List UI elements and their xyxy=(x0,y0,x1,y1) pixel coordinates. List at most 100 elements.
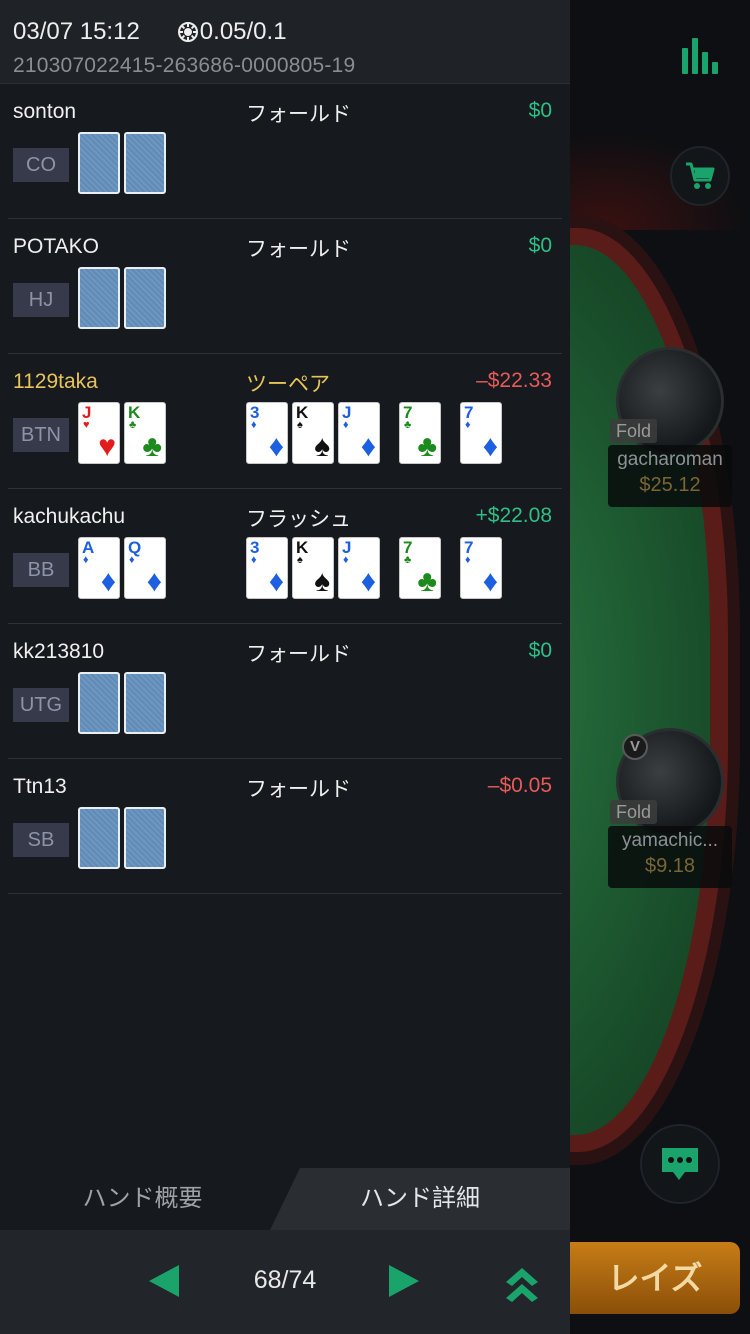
card-suit-icon: ♣ xyxy=(404,419,412,431)
player-action: フォールド xyxy=(246,238,351,261)
player-result: $0 xyxy=(528,99,552,122)
playing-card: J ♥ ♥ xyxy=(78,402,120,464)
card-back xyxy=(124,672,166,734)
player-result: $0 xyxy=(528,639,552,662)
tab-hand-summary[interactable]: ハンド概要 xyxy=(0,1168,285,1230)
shop-button[interactable] xyxy=(670,146,730,206)
seat-stack: $25.12 xyxy=(639,474,701,496)
card-suit-icon: ♦ xyxy=(146,565,162,598)
player-action: フォールド xyxy=(246,643,351,666)
card-suit-icon: ♦ xyxy=(268,565,284,598)
tab-bar: ハンド概要 ハンド詳細 xyxy=(0,1168,570,1230)
card-suit-icon: ♦ xyxy=(343,554,349,566)
card-suit-icon: ♦ xyxy=(482,565,498,598)
card-suit-icon: ♦ xyxy=(83,554,89,566)
card-back xyxy=(78,267,120,329)
card-back xyxy=(78,807,120,869)
stakes: 0.05/0.1 xyxy=(199,18,287,45)
card-suit-icon: ♣ xyxy=(142,430,162,463)
card-suit-icon: ♥ xyxy=(98,430,116,463)
player-name: kk213810 xyxy=(13,640,105,663)
position-badge: HJ xyxy=(13,283,69,317)
card-suit-icon: ♦ xyxy=(251,554,257,566)
player-row: Ttn13 フォールド –$0.05 SB xyxy=(8,759,562,894)
hand-history-panel: 03/07 15:12 0.05/0.1 210307022415-263686… xyxy=(0,0,570,1334)
card-suit-icon: ♠ xyxy=(314,430,330,463)
card-suit-icon: ♦ xyxy=(251,419,257,431)
card-back xyxy=(78,132,120,194)
cart-icon xyxy=(686,162,715,189)
seat-info: gacharoman $25.12 xyxy=(608,445,732,507)
player-action: フォールド xyxy=(246,778,351,801)
player-action: フラッシュ xyxy=(246,508,351,531)
player-result: $0 xyxy=(528,234,552,257)
player-name: kachukachu xyxy=(13,505,126,528)
card-suit-icon: ♦ xyxy=(482,430,498,463)
playing-card: K ♠ ♠ xyxy=(292,402,334,464)
seat-stack: $9.18 xyxy=(644,855,696,877)
pagination-bar: 68/74 xyxy=(0,1230,570,1334)
card-suit-icon: ♠ xyxy=(297,554,303,566)
player-result: –$0.05 xyxy=(487,774,552,797)
stats-icon[interactable] xyxy=(682,38,720,74)
player-name: sonton xyxy=(13,100,77,123)
player-list: sonton フォールド $0 CO POTAKO フォールド $0 HJ 1129taka ツー… xyxy=(0,84,570,894)
card-suit-icon: ♦ xyxy=(360,430,376,463)
player-row: POTAKO フォールド $0 HJ xyxy=(8,219,562,354)
card-suit-icon: ♦ xyxy=(100,565,116,598)
player-action: フォールド xyxy=(246,103,351,126)
card-suit-icon: ♦ xyxy=(129,554,135,566)
seat-name: yamachic... xyxy=(621,830,719,851)
playing-card: J ♦ ♦ xyxy=(338,402,380,464)
card-suit-icon: ♣ xyxy=(404,554,412,566)
player-name: Ttn13 xyxy=(13,775,67,798)
card-suit-icon: ♦ xyxy=(465,554,471,566)
raise-button[interactable]: レイズ xyxy=(540,1242,740,1314)
player-row: kk213810 フォールド $0 UTG xyxy=(8,624,562,759)
player-name: 1129taka xyxy=(13,370,98,393)
position-badge: CO xyxy=(13,148,69,182)
position-badge: BTN xyxy=(13,418,69,452)
player-name: POTAKO xyxy=(13,235,99,258)
tab-hand-detail[interactable]: ハンド詳細 xyxy=(270,1168,570,1230)
playing-card: Q ♦ ♦ xyxy=(124,537,166,599)
card-suit-icon: ♣ xyxy=(417,565,437,598)
card-suit-icon: ♥ xyxy=(83,419,90,431)
player-result: –$22.33 xyxy=(476,369,552,392)
chat-button[interactable] xyxy=(640,1124,720,1204)
playing-card: 3 ♦ ♦ xyxy=(246,537,288,599)
player-row: kachukachu フラッシュ +$22.08 BB A ♦ ♦ Q ♦ ♦ 3 ♦ ♦ K ♠ ♠ J ♦ ♦ 7… xyxy=(8,489,562,624)
card-suit-icon: ♦ xyxy=(465,419,471,431)
card-suit-icon: ♠ xyxy=(314,565,330,598)
vip-badge-icon: V xyxy=(622,734,648,760)
playing-card: 3 ♦ ♦ xyxy=(246,402,288,464)
card-back xyxy=(124,807,166,869)
seat-info: yamachic... $9.18 xyxy=(608,826,732,888)
card-back xyxy=(78,672,120,734)
seat-name: gacharoman xyxy=(617,449,723,470)
chat-icon xyxy=(662,1148,698,1180)
double-chevron-up-icon[interactable] xyxy=(502,1262,542,1304)
card-suit-icon: ♣ xyxy=(417,430,437,463)
player-result: +$22.08 xyxy=(475,504,553,527)
player-row: sonton フォールド $0 CO xyxy=(8,84,562,219)
player-row: 1129taka ツーペア –$22.33 BTN J ♥ ♥ K ♣ ♣ 3 ♦ ♦ K ♠ ♠ J ♦ ♦ 7 ♣ ♣… xyxy=(8,354,562,489)
next-arrow-icon[interactable] xyxy=(387,1263,423,1299)
player-action: ツーペア xyxy=(246,373,330,396)
fold-tag: Fold xyxy=(610,419,658,443)
chip-icon xyxy=(177,22,198,42)
playing-card: 7 ♦ ♦ xyxy=(460,537,502,599)
playing-card: 7 ♣ ♣ xyxy=(399,537,441,599)
playing-card: 7 ♣ ♣ xyxy=(399,402,441,464)
hand-id: 210307022415-263686-0000805-19 xyxy=(13,54,356,77)
prev-arrow-icon[interactable] xyxy=(145,1263,181,1299)
card-suit-icon: ♣ xyxy=(129,419,137,431)
card-suit-icon: ♦ xyxy=(268,430,284,463)
playing-card: J ♦ ♦ xyxy=(338,537,380,599)
card-suit-icon: ♦ xyxy=(360,565,376,598)
fold-tag: Fold xyxy=(610,800,658,824)
card-suit-icon: ♠ xyxy=(297,419,303,431)
position-badge: BB xyxy=(13,553,69,587)
playing-card: K ♣ ♣ xyxy=(124,402,166,464)
playing-card: K ♠ ♠ xyxy=(292,537,334,599)
